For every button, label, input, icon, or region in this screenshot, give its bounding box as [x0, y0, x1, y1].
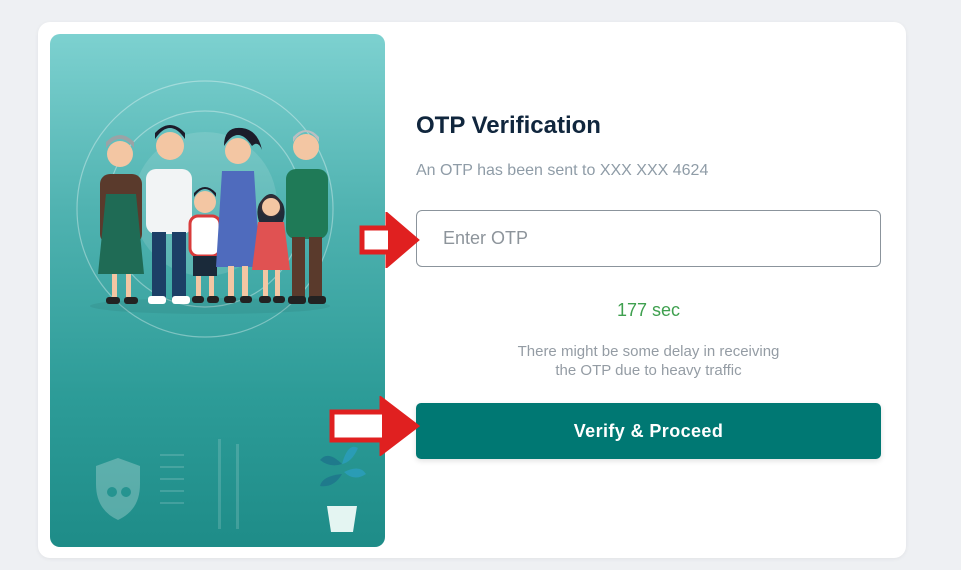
family-illustration — [50, 34, 385, 547]
boy-figure — [188, 187, 222, 303]
otp-sent-message: An OTP has been sent to XXX XXX 4624 — [416, 162, 709, 179]
plant-icon — [320, 446, 366, 532]
grandmother-figure — [98, 135, 144, 304]
otp-card: OTP Verification An OTP has been sent to… — [38, 22, 906, 558]
annotation-arrow-icon — [329, 396, 420, 456]
otp-input[interactable] — [416, 210, 881, 267]
page-title: OTP Verification — [416, 112, 601, 139]
resend-timer: 177 sec — [616, 300, 681, 320]
verify-proceed-button[interactable]: Verify & Proceed — [416, 403, 881, 459]
delay-note-line2: the OTP due to heavy traffic — [555, 362, 742, 379]
otp-form: OTP Verification An OTP has been sent to… — [416, 22, 881, 558]
annotation-arrow-icon — [359, 212, 420, 268]
delay-note-line1: There might be some delay in receiving — [517, 343, 780, 360]
delay-note: There might be some delay in receiving t… — [496, 342, 801, 380]
girl-figure — [252, 194, 290, 303]
shield-icon — [96, 458, 140, 520]
